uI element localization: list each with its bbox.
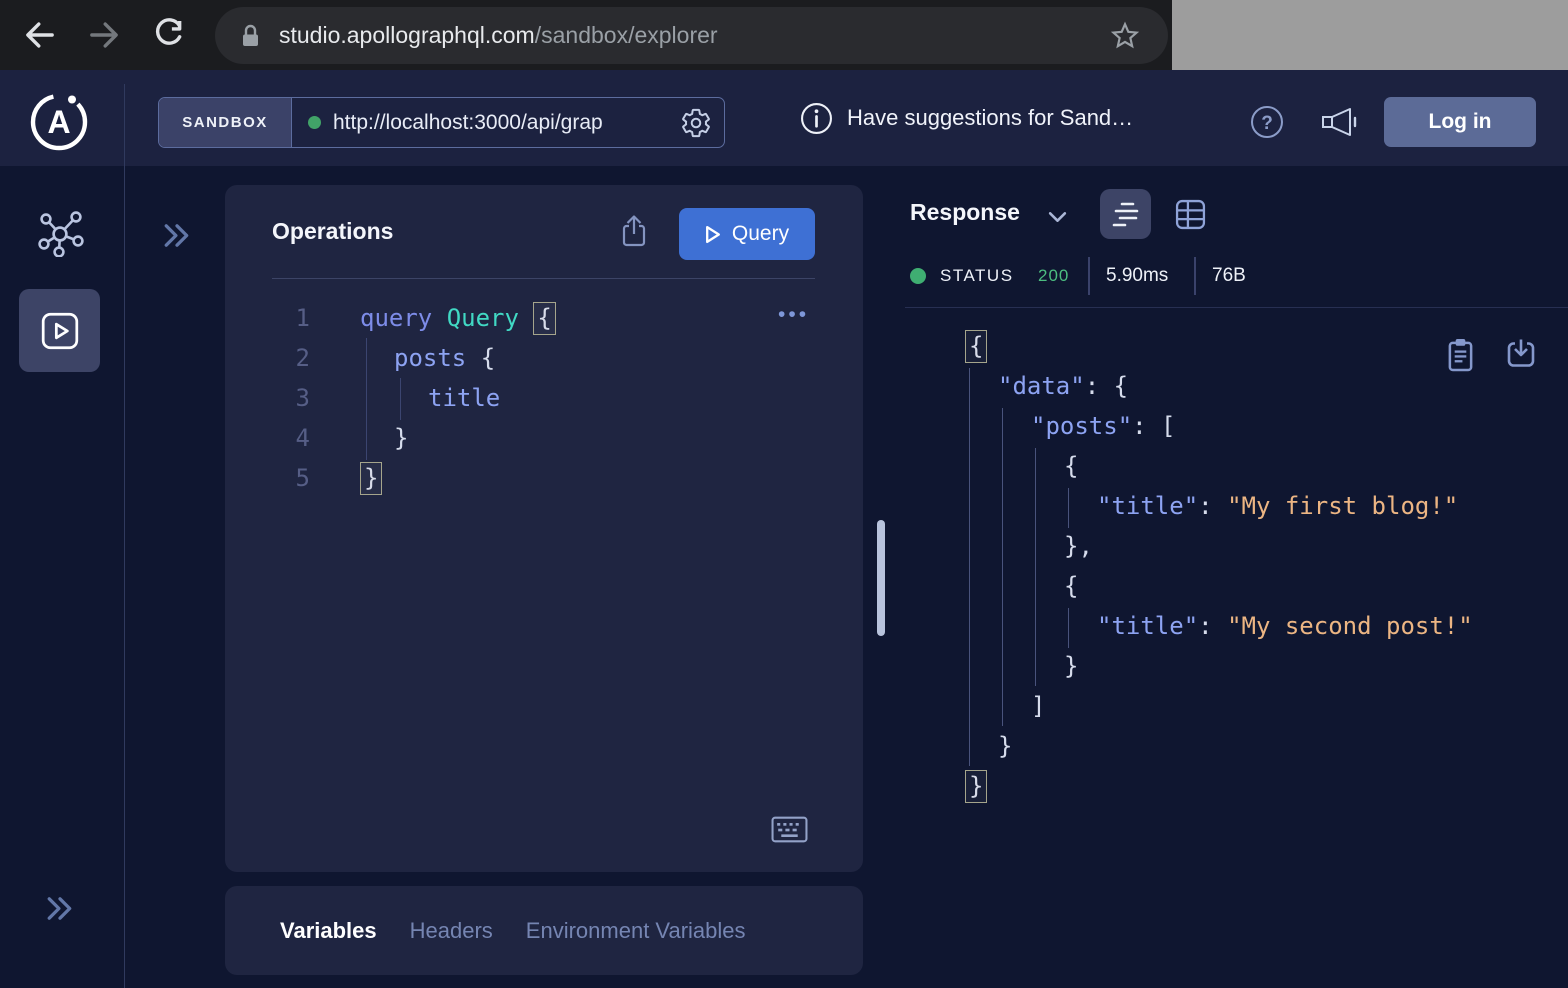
raw-view-button[interactable]: [1100, 189, 1151, 239]
indent-guide: [1068, 488, 1069, 528]
line-number: 5: [225, 458, 310, 498]
line-number: 1: [225, 298, 310, 338]
operations-header-divider: [272, 278, 815, 279]
code-line: 5}: [225, 458, 863, 498]
endpoint-input-area: http://localhost:3000/api/grap: [292, 98, 724, 147]
code-line: "data": {: [965, 366, 1568, 406]
code-line: "title": "My first blog!": [965, 486, 1568, 526]
app-header: A SANDBOX http://localhost:3000/api/grap…: [0, 70, 1568, 166]
code-line: "title": "My second post!": [965, 606, 1568, 646]
response-dropdown-chevron-icon[interactable]: [1048, 211, 1067, 223]
download-response-icon[interactable]: [1505, 337, 1537, 370]
indent-guide: [1002, 408, 1003, 726]
endpoint-status-dot: [308, 116, 321, 129]
url-path: /sandbox/explorer: [535, 22, 718, 48]
code-line: {: [965, 326, 1568, 366]
indent-guide: [366, 338, 367, 460]
code-line: "posts": [: [965, 406, 1568, 446]
panel-resize-handle[interactable]: [877, 520, 885, 636]
run-query-label: Query: [732, 222, 789, 246]
run-query-button[interactable]: Query: [679, 208, 815, 260]
response-json: {"data": {"posts": [{"title": "My first …: [965, 326, 1568, 806]
indent-guide: [1035, 448, 1036, 686]
response-header-divider: [905, 307, 1568, 308]
share-icon[interactable]: [619, 214, 649, 248]
svg-text:A: A: [47, 104, 70, 140]
request-options-panel: Variables Headers Environment Variables: [225, 886, 863, 975]
info-icon: [800, 102, 833, 135]
response-status-dot: [910, 268, 926, 284]
endpoint-box: SANDBOX http://localhost:3000/api/grap: [158, 97, 725, 148]
response-duration: 5.90ms: [1106, 258, 1168, 294]
tab-headers[interactable]: Headers: [410, 918, 493, 944]
suggestion-text: Have suggestions for Sand…: [847, 105, 1133, 131]
back-icon[interactable]: [23, 18, 57, 52]
suggestion-banner[interactable]: Have suggestions for Sand…: [800, 100, 1133, 136]
response-size: 76B: [1212, 258, 1246, 294]
align-lines-icon: [1112, 200, 1140, 228]
svg-text:?: ?: [1261, 113, 1273, 134]
editor-menu-button[interactable]: •••: [778, 303, 809, 327]
apollo-logo-icon[interactable]: A: [28, 90, 90, 152]
response-title: Response: [910, 199, 1020, 226]
code-line: {: [965, 446, 1568, 486]
keyboard-shortcuts-icon[interactable]: [771, 816, 808, 843]
code-line: }: [965, 766, 1568, 806]
play-triangle-icon: [705, 225, 721, 244]
browser-toolbar: studio.apollographql.com/sandbox/explore…: [0, 0, 1568, 70]
table-view-icon[interactable]: [1175, 199, 1206, 230]
forward-icon[interactable]: [87, 18, 121, 52]
browser-chrome-gap: [1172, 0, 1568, 70]
code-line: 4}: [225, 418, 863, 458]
indent-guide: [1068, 608, 1069, 648]
bookmark-star-icon[interactable]: [1110, 21, 1140, 51]
indent-guide: [400, 378, 401, 420]
docs-panel-expand-chevrons-icon[interactable]: [163, 222, 191, 249]
url-host: studio.apollographql.com: [279, 22, 535, 48]
line-number: 4: [225, 418, 310, 458]
sidebar-item-explorer[interactable]: [19, 289, 100, 372]
sandbox-badge[interactable]: SANDBOX: [159, 98, 292, 147]
endpoint-url-input[interactable]: http://localhost:3000/api/grap: [333, 111, 668, 135]
code-line: {: [965, 566, 1568, 606]
status-divider: [1194, 257, 1196, 295]
indent-guide: [969, 368, 970, 766]
line-number: 3: [225, 378, 310, 418]
status-label: STATUS: [940, 258, 1014, 294]
megaphone-icon[interactable]: [1320, 106, 1360, 138]
line-number: 2: [225, 338, 310, 378]
code-line: }: [965, 726, 1568, 766]
code-line: 2posts {: [225, 338, 863, 378]
tab-environment-variables[interactable]: Environment Variables: [526, 918, 746, 944]
tab-variables[interactable]: Variables: [280, 918, 377, 944]
address-bar[interactable]: studio.apollographql.com/sandbox/explore…: [215, 7, 1168, 64]
code-line: 1query Query {: [225, 298, 863, 338]
code-line: 3title: [225, 378, 863, 418]
sidebar-expand-chevrons-icon[interactable]: [46, 895, 74, 922]
code-line: ]: [965, 686, 1568, 726]
query-editor[interactable]: 1query Query {2posts {3title4}5}: [225, 298, 863, 498]
operations-panel: Operations Query 1query Query {2posts {3…: [225, 185, 863, 872]
status-code: 200: [1038, 258, 1069, 294]
endpoint-settings-gear-icon[interactable]: [680, 107, 712, 139]
help-icon[interactable]: ?: [1250, 105, 1284, 139]
login-button[interactable]: Log in: [1384, 97, 1536, 147]
copy-response-clipboard-icon[interactable]: [1446, 337, 1475, 372]
play-square-icon: [39, 310, 81, 352]
code-line: }: [965, 646, 1568, 686]
sidebar-divider: [124, 84, 125, 988]
sidebar-item-schema-graph-icon[interactable]: [36, 209, 84, 257]
operations-title: Operations: [272, 218, 393, 245]
lock-icon: [239, 22, 262, 50]
code-line: },: [965, 526, 1568, 566]
status-divider: [1088, 257, 1090, 295]
reload-icon[interactable]: [151, 18, 185, 52]
apollo-sandbox-window: studio.apollographql.com/sandbox/explore…: [0, 0, 1568, 988]
url-text: studio.apollographql.com/sandbox/explore…: [279, 7, 718, 64]
